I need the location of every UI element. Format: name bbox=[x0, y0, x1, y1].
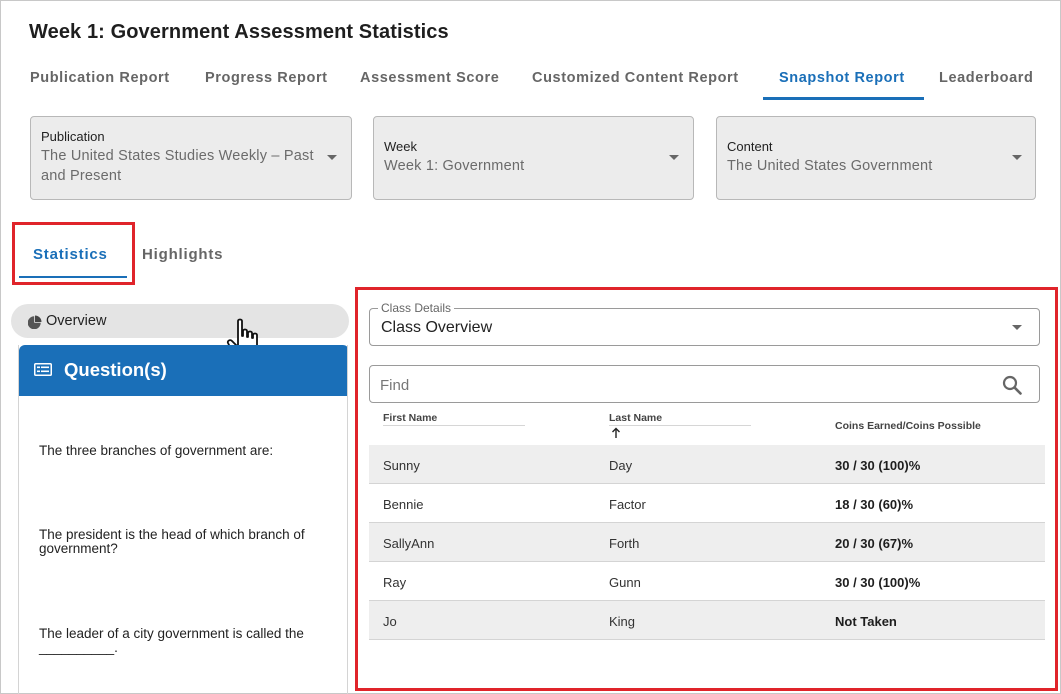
column-header-divider bbox=[609, 425, 751, 426]
cell-coins: 30 / 30 (100)% bbox=[835, 575, 921, 590]
document-list-icon bbox=[34, 363, 52, 381]
cell-first-name: Jo bbox=[383, 614, 397, 629]
tab-snapshot-report[interactable]: Snapshot Report bbox=[779, 70, 905, 86]
cell-first-name: Bennie bbox=[383, 497, 424, 512]
question-text-cont: __________. bbox=[39, 640, 118, 655]
active-tab-indicator bbox=[763, 97, 924, 100]
chevron-down-icon bbox=[669, 155, 679, 160]
table-row[interactable]: Bennie Factor 18 / 30 (60)% bbox=[369, 484, 1045, 523]
pie-chart-icon bbox=[27, 315, 42, 334]
publication-select[interactable]: Publication The United States Studies We… bbox=[30, 116, 352, 200]
publication-value-line2: and Present bbox=[41, 168, 122, 184]
cell-last-name: Day bbox=[609, 458, 633, 473]
question-text: The president is the head of which branc… bbox=[39, 527, 305, 542]
tab-assessment-score[interactable]: Assessment Score bbox=[360, 70, 499, 86]
chevron-down-icon bbox=[327, 155, 337, 160]
cell-coins: Not Taken bbox=[835, 614, 897, 629]
cell-last-name: King bbox=[609, 614, 636, 629]
tab-highlights[interactable]: Highlights bbox=[142, 246, 223, 263]
class-details-legend: Class Details bbox=[378, 301, 455, 315]
table-row[interactable]: Sunny Day 30 / 30 (100)% bbox=[369, 445, 1045, 484]
column-header-coins[interactable]: Coins Earned/Coins Possible bbox=[835, 420, 981, 432]
column-header-last-name[interactable]: Last Name bbox=[609, 412, 662, 424]
week-select[interactable]: Week Week 1: Government bbox=[373, 116, 694, 200]
cell-coins: 20 / 30 (67)% bbox=[835, 536, 914, 551]
question-text: The three branches of government are: bbox=[39, 443, 274, 458]
search-field bbox=[369, 365, 1040, 403]
questions-header: Question(s) bbox=[19, 345, 347, 396]
sort-ascending-icon[interactable] bbox=[611, 426, 621, 444]
cell-last-name: Forth bbox=[609, 536, 640, 551]
tab-progress-report[interactable]: Progress Report bbox=[205, 70, 328, 86]
question-text-cont: government? bbox=[39, 541, 118, 556]
overview-button[interactable]: Overview bbox=[11, 304, 349, 338]
questions-title: Question(s) bbox=[64, 359, 167, 380]
week-label: Week bbox=[384, 139, 417, 154]
tab-publication-report[interactable]: Publication Report bbox=[30, 70, 170, 86]
column-header-divider bbox=[383, 425, 525, 426]
cell-first-name: Ray bbox=[383, 575, 407, 590]
cell-first-name: Sunny bbox=[383, 458, 420, 473]
table-row[interactable]: Ray Gunn 30 / 30 (100)% bbox=[369, 562, 1045, 601]
statistics-tab-indicator bbox=[19, 276, 127, 278]
content-value: The United States Government bbox=[727, 158, 933, 174]
table-row[interactable]: Jo King Not Taken bbox=[369, 601, 1045, 640]
tab-customized-content-report[interactable]: Customized Content Report bbox=[532, 70, 739, 86]
cell-last-name: Gunn bbox=[609, 575, 641, 590]
report-tab-bar: Publication Report Progress Report Asses… bbox=[0, 60, 1061, 102]
questions-panel: Question(s) The three branches of govern… bbox=[18, 345, 348, 694]
content-label: Content bbox=[727, 139, 773, 154]
search-input[interactable] bbox=[380, 374, 980, 396]
publication-value-line1: The United States Studies Weekly – Past bbox=[41, 148, 314, 164]
cell-coins: 18 / 30 (60)% bbox=[835, 497, 914, 512]
week-value: Week 1: Government bbox=[384, 158, 525, 174]
question-item[interactable]: The president is the head of which branc… bbox=[39, 528, 339, 556]
question-item[interactable]: The leader of a city government is calle… bbox=[39, 627, 339, 655]
tab-leaderboard[interactable]: Leaderboard bbox=[939, 70, 1033, 86]
search-icon[interactable] bbox=[1002, 375, 1022, 400]
cell-coins: 30 / 30 (100)% bbox=[835, 458, 921, 473]
content-select[interactable]: Content The United States Government bbox=[716, 116, 1036, 200]
cell-first-name: SallyAnn bbox=[383, 536, 435, 551]
publication-label: Publication bbox=[41, 129, 105, 144]
page-title: Week 1: Government Assessment Statistics bbox=[29, 21, 449, 43]
question-text: The leader of a city government is calle… bbox=[39, 626, 304, 641]
chevron-down-icon bbox=[1012, 155, 1022, 160]
overview-label: Overview bbox=[46, 313, 107, 329]
chevron-down-icon bbox=[1012, 325, 1022, 330]
table-row[interactable]: SallyAnn Forth 20 / 30 (67)% bbox=[369, 523, 1045, 562]
class-details-value: Class Overview bbox=[381, 319, 493, 336]
tab-statistics[interactable]: Statistics bbox=[33, 246, 108, 263]
class-details-select[interactable]: Class Details Class Overview bbox=[369, 301, 1040, 346]
cell-last-name: Factor bbox=[609, 497, 646, 512]
column-header-first-name[interactable]: First Name bbox=[383, 412, 437, 424]
question-item[interactable]: The three branches of government are: bbox=[39, 444, 339, 458]
